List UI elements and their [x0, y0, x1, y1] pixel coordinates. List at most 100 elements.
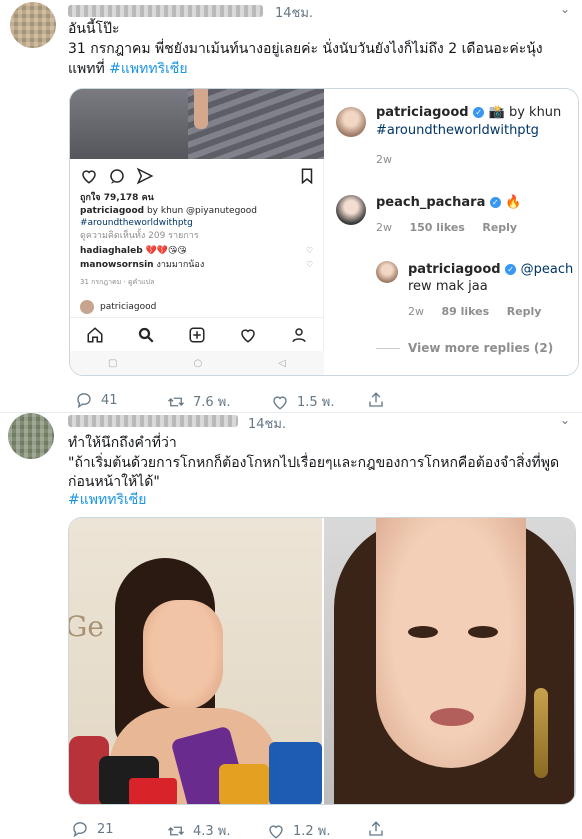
reply-link: Reply [506, 305, 542, 318]
like-icon [269, 824, 283, 839]
ig-caption-text: by khun @piyanutegood [144, 206, 258, 216]
ig-comment-text: 💔💔😘😘 [142, 246, 187, 256]
comment-user: peach_pachara [376, 195, 486, 210]
tweet-timestamp[interactable]: 14ชม. [275, 2, 313, 23]
share-button[interactable] [367, 820, 385, 838]
author-name-blurred[interactable] [68, 415, 238, 427]
replies-divider [376, 348, 400, 349]
ig-comment-1: hadiaghaleb 💔💔😘😘 [80, 246, 187, 257]
hashtag-link[interactable]: #แพททริเซีย [109, 61, 187, 77]
instagram-post-screenshot: ถูกใจ 79,178 คน patriciagood by khun @pi… [70, 89, 324, 375]
ig-next-user: patriciagood [100, 302, 157, 312]
reply-count: 21 [97, 821, 114, 837]
retweet-count: 7.6 พ. [193, 395, 231, 410]
share-button[interactable] [367, 391, 385, 409]
chevron-down-icon[interactable]: ⌄ [560, 2, 570, 16]
tweet-media[interactable]: ถูกใจ 79,178 คน patriciagood by khun @pi… [69, 88, 579, 376]
comment-user: patriciagood [376, 105, 469, 120]
add-icon [189, 327, 205, 342]
home-button-icon: ○ [193, 357, 203, 369]
retweet-button[interactable]: 7.6 พ. [167, 391, 231, 412]
ig-date-text: 31 กรกฎาคม [80, 278, 122, 286]
comment-meta: 2w 150 likes Reply [376, 221, 517, 234]
eye-right [468, 626, 498, 638]
comment-likes: 89 likes [441, 305, 490, 318]
search-icon [139, 327, 154, 343]
comment-mention: @peach [520, 262, 574, 277]
retweet-icon [168, 397, 184, 406]
microphones [69, 716, 322, 804]
tweet-2[interactable]: 14ชม. ⌄ ทำให้นึกถึงคำที่ว่า "ถ้าเริ่มต้น… [0, 413, 582, 839]
ig-comment-2: manowsornsin งามมากน้อง [80, 260, 204, 271]
verified-icon: ✓ [505, 264, 517, 275]
tweet-timestamp[interactable]: 14ชม. [248, 413, 286, 434]
avatar[interactable] [8, 413, 54, 459]
tweet-actions: 21 4.3 พ. 1.2 พ. [71, 820, 401, 839]
ig-view-comments: ดูความคิดเห็นทั้ง 209 รายการ [80, 231, 199, 241]
ig-next-avatar [80, 300, 94, 314]
like-count: 1.5 พ. [297, 395, 335, 410]
heart-icon [82, 170, 96, 184]
tweet-actions: 41 7.6 พ. 1.5 พ. [75, 391, 405, 411]
tweet-media[interactable]: Ge Beau [68, 517, 576, 805]
comment-time: 2w [376, 153, 392, 166]
verified-icon: ✓ [473, 107, 485, 118]
comment-3-header: patriciagood ✓ @peach [408, 262, 573, 277]
share-icon [369, 392, 383, 407]
legs-figure [194, 89, 208, 129]
instagram-comments-screenshot: patriciagood ✓ 📸 by khun #aroundtheworld… [324, 89, 578, 375]
ig-caption-user: patriciagood [80, 206, 145, 216]
comment-icon [110, 169, 124, 184]
home-icon [87, 326, 103, 342]
retweet-icon [168, 826, 184, 835]
like-icon [273, 395, 287, 410]
ig-post-date: 31 กรกฎาคม · ดูคำแปล [80, 277, 154, 288]
earring [534, 688, 548, 778]
reply-button[interactable]: 41 [75, 391, 118, 409]
commenter-avatar [336, 107, 366, 137]
tweet-text-line-3: ก่อนหน้าให้ได้" [68, 474, 160, 490]
fire-emoji: 🔥 [505, 195, 522, 210]
tweet-1[interactable]: 14ชม. ⌄ อันนี้โป๊ะ 31 กรกฎาคม พี่ชยังมาเ… [0, 0, 582, 412]
reply-link: Reply [482, 221, 518, 234]
send-icon [136, 167, 154, 185]
comment-2-header: peach_pachara ✓ 🔥 [376, 195, 522, 210]
eye-left [408, 626, 438, 638]
ig-bottom-nav [70, 317, 324, 351]
ig-comment-user: hadiaghaleb [80, 246, 143, 256]
ig-translate: · ดูคำแปล [121, 278, 155, 286]
android-nav-bar: ▢ ○ ◁ [70, 351, 324, 375]
ig-action-row [80, 167, 316, 187]
like-button[interactable]: 1.2 พ. [267, 820, 331, 839]
avatar[interactable] [10, 2, 56, 48]
tweet-text-line-2: 31 กรกฎาคม พี่ชยังมาเม้นท์นางอยู่เลยค่ะ … [68, 41, 543, 57]
comment-meta: 2w 89 likes Reply [408, 305, 541, 318]
reply-count: 41 [101, 392, 118, 408]
comment-text: rew mak jaa [408, 279, 488, 294]
ig-caption-tag: #aroundtheworldwithptg [80, 218, 193, 228]
tweet-text-word: แพทที่ [68, 61, 105, 77]
tweet-text-line-2: "ถ้าเริ่มต้นด้วยการโกหกก็ต้องโกหกไปเรื่อ… [68, 455, 560, 471]
chevron-down-icon[interactable]: ⌄ [560, 413, 570, 427]
reply-button[interactable]: 21 [71, 820, 114, 838]
comment-text: by khun [504, 105, 562, 120]
face [376, 518, 526, 768]
comment-time: 2w [408, 305, 424, 318]
ig-likes-count: ถูกใจ 79,178 คน [80, 193, 154, 203]
pavement-shadow [70, 89, 188, 159]
comment-user: patriciagood [408, 262, 501, 277]
verified-icon: ✓ [489, 197, 501, 208]
view-more-replies: View more replies (2) [408, 341, 554, 355]
retweet-button[interactable]: 4.3 พ. [167, 820, 231, 839]
bookmark-icon [301, 168, 313, 185]
commenter-avatar [336, 195, 366, 225]
hashtag-link[interactable]: #แพททริเซีย [68, 491, 146, 510]
like-button[interactable]: 1.5 พ. [271, 391, 335, 412]
like-count: 1.2 พ. [293, 824, 331, 839]
share-icon [369, 821, 383, 836]
photo-crying-closeup [324, 518, 575, 804]
author-name-blurred[interactable] [68, 5, 263, 17]
ig-caption: patriciagood by khun @piyanutegood [80, 206, 257, 217]
lips [430, 708, 474, 726]
retweet-count: 4.3 พ. [193, 824, 231, 839]
